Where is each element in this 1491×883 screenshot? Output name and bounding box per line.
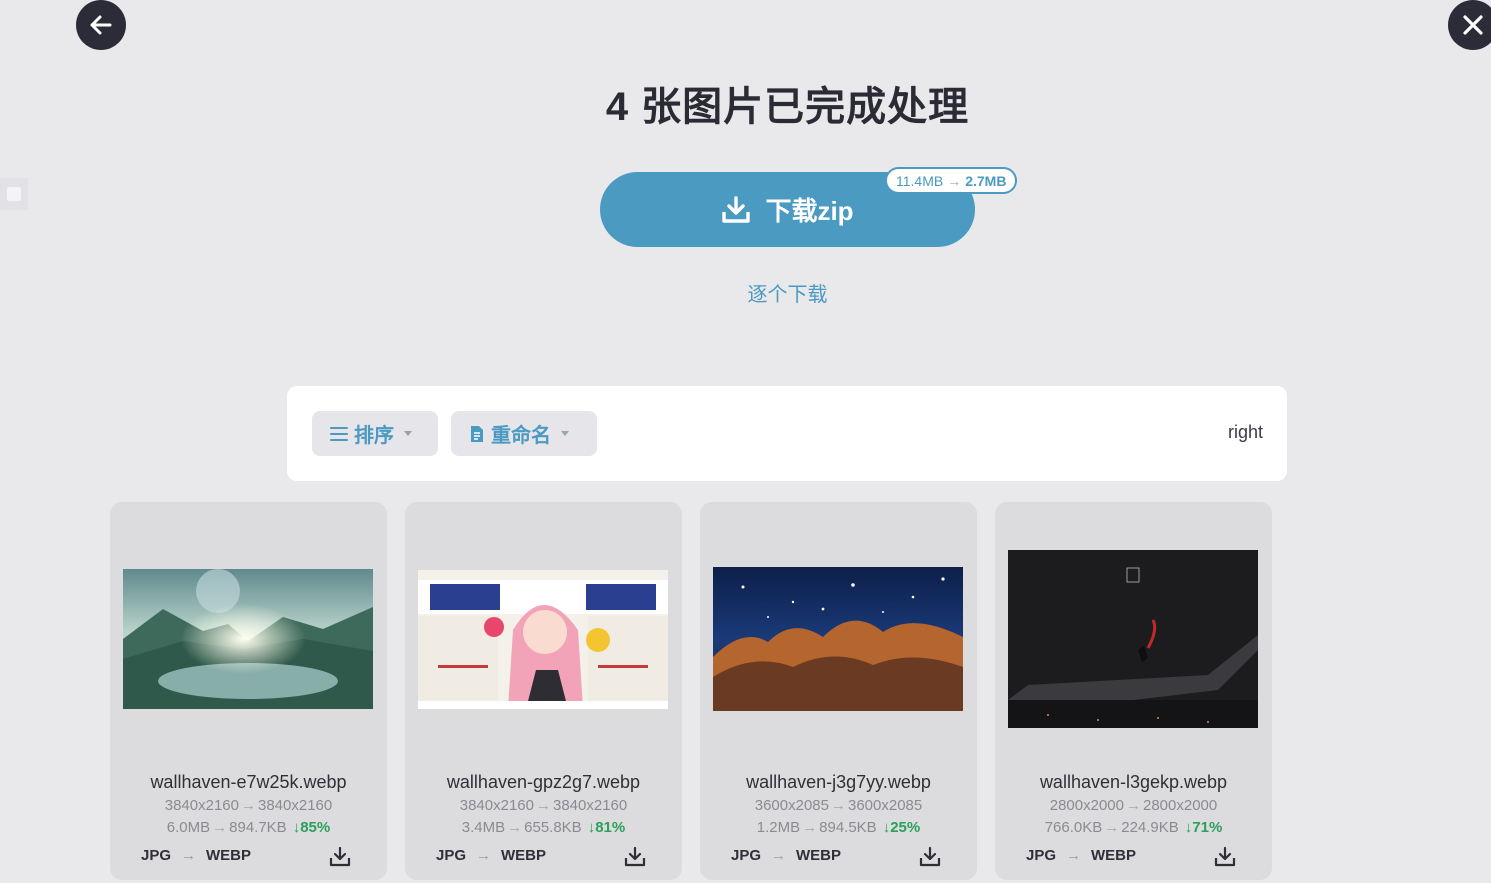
arrow-right-icon: →: [241, 797, 256, 814]
file-card: wallhaven-j3g7yy.webp 3600x2085 → 3600x208…: [700, 502, 977, 880]
saving-value: 25%: [890, 819, 921, 836]
file-dimensions: 3840x2160 → 3840x2160: [110, 797, 387, 814]
close-icon: [1463, 15, 1483, 35]
file-dimensions: 3840x2160 → 3840x2160: [405, 797, 682, 814]
file-card: wallhaven-gpz2g7.webp 3840x2160 → 3840x216…: [405, 502, 682, 880]
sort-button[interactable]: 排序: [312, 411, 438, 456]
caret-down-icon: [561, 431, 569, 436]
thumbnail-landscape: [123, 569, 373, 709]
download-icon[interactable]: [919, 846, 941, 868]
format-conversion: JPG → WEBP: [731, 847, 841, 864]
download-each-link[interactable]: 逐个下载: [0, 278, 1491, 307]
dims-from: 3600x2085: [754, 797, 829, 814]
thumbnail-nebula: [713, 567, 963, 711]
format-to: WEBP: [501, 847, 547, 864]
dims-from: 3840x2160: [164, 797, 239, 814]
arrow-right-icon: →: [536, 797, 551, 814]
saving-percent: ↓25%: [882, 819, 921, 836]
saving-percent: ↓85%: [292, 819, 331, 836]
toolbar-right-text: right: [1227, 422, 1263, 442]
format-to: WEBP: [206, 847, 252, 864]
file-dimensions: 2800x2000 → 2800x2000: [995, 797, 1272, 814]
rename-button[interactable]: 重命名: [451, 411, 597, 456]
arrow-right-icon: →: [1126, 797, 1141, 814]
file-sizes: 1.2MB → 894.5KB ↓25%: [700, 819, 977, 836]
arrow-right-icon: →: [181, 847, 197, 864]
toolbar: 排序 重命名 right: [287, 386, 1287, 481]
arrow-right-icon: →: [771, 847, 787, 864]
download-icon[interactable]: [329, 846, 351, 868]
dims-to: 3600x2085: [848, 797, 923, 814]
arrow-right-icon: →: [1104, 819, 1120, 836]
back-button[interactable]: [76, 0, 126, 50]
download-icon[interactable]: [624, 846, 646, 868]
page-title: 4 张图片已完成处理: [605, 85, 970, 129]
file-sizes: 766.0KB → 224.9KB ↓71%: [995, 819, 1272, 836]
dims-to: 2800x2000: [1143, 797, 1218, 814]
saving-value: 81%: [595, 819, 626, 836]
arrow-right-icon: →: [476, 847, 492, 864]
arrow-right-icon: →: [802, 819, 818, 836]
saving-value: 71%: [1192, 819, 1223, 836]
file-name: wallhaven-j3g7yy.webp: [746, 772, 931, 792]
badge-size-to: 2.7MB: [965, 172, 1007, 189]
arrow-right-icon: →: [947, 172, 962, 189]
file-card: wallhaven-l3gekp.webp 2800x2000 → 2800x200…: [995, 502, 1272, 880]
arrow-right-icon: →: [1066, 847, 1082, 864]
sort-label: 排序: [354, 425, 394, 447]
format-conversion: JPG → WEBP: [141, 847, 251, 864]
file-name: wallhaven-gpz2g7.webp: [446, 772, 641, 792]
file-name: wallhaven-l3gekp.webp: [1039, 772, 1228, 792]
file-sizes: 6.0MB → 894.7KB ↓85%: [110, 819, 387, 836]
file-icon: [471, 425, 483, 442]
size-to: 224.9KB: [1121, 819, 1179, 836]
arrow-left-icon: [90, 15, 112, 35]
format-conversion: JPG → WEBP: [1026, 847, 1136, 864]
size-reduction-badge: 11.4MB → 2.7MB: [885, 167, 1018, 194]
size-from: 766.0KB: [1044, 819, 1103, 836]
format-to: WEBP: [1091, 847, 1137, 864]
file-sizes: 3.4MB → 655.8KB ↓81%: [405, 819, 682, 836]
side-panel-tab[interactable]: [0, 178, 28, 210]
badge-size-from: 11.4MB: [896, 172, 944, 189]
caret-down-icon: [404, 431, 412, 436]
saving-value: 85%: [300, 819, 331, 836]
file-card: wallhaven-e7w25k.webp 3840x2160 → 3840x216…: [110, 502, 387, 880]
arrow-right-icon: →: [831, 797, 846, 814]
size-from: 6.0MB: [166, 819, 211, 836]
download-zip-label: 下载zip: [765, 196, 854, 226]
arrow-right-icon: →: [212, 819, 228, 836]
arrow-right-icon: →: [507, 819, 523, 836]
thumbnail-night-wing: [1008, 550, 1258, 728]
panel-icon: [7, 187, 21, 201]
format-from: JPG: [731, 847, 762, 864]
dims-to: 3840x2160: [553, 797, 628, 814]
saving-percent: ↓81%: [587, 819, 626, 836]
format-conversion: JPG → WEBP: [436, 847, 546, 864]
file-dimensions: 3600x2085 → 3600x2085: [700, 797, 977, 814]
size-to: 894.5KB: [819, 819, 877, 836]
size-from: 3.4MB: [461, 819, 506, 836]
close-button[interactable]: [1448, 0, 1491, 50]
rename-label: 重命名: [491, 425, 551, 447]
dims-from: 2800x2000: [1049, 797, 1124, 814]
size-from: 1.2MB: [756, 819, 801, 836]
format-to: WEBP: [796, 847, 842, 864]
format-from: JPG: [436, 847, 467, 864]
saving-percent: ↓71%: [1184, 819, 1223, 836]
dims-from: 3840x2160: [459, 797, 534, 814]
size-to: 655.8KB: [524, 819, 582, 836]
format-from: JPG: [1026, 847, 1057, 864]
size-to: 894.7KB: [229, 819, 287, 836]
download-icon: [722, 195, 751, 223]
thumbnail-magazine: [418, 570, 668, 709]
format-from: JPG: [141, 847, 172, 864]
file-name: wallhaven-e7w25k.webp: [150, 772, 347, 792]
download-icon[interactable]: [1214, 846, 1236, 868]
list-icon: [330, 426, 348, 441]
dims-to: 3840x2160: [258, 797, 333, 814]
